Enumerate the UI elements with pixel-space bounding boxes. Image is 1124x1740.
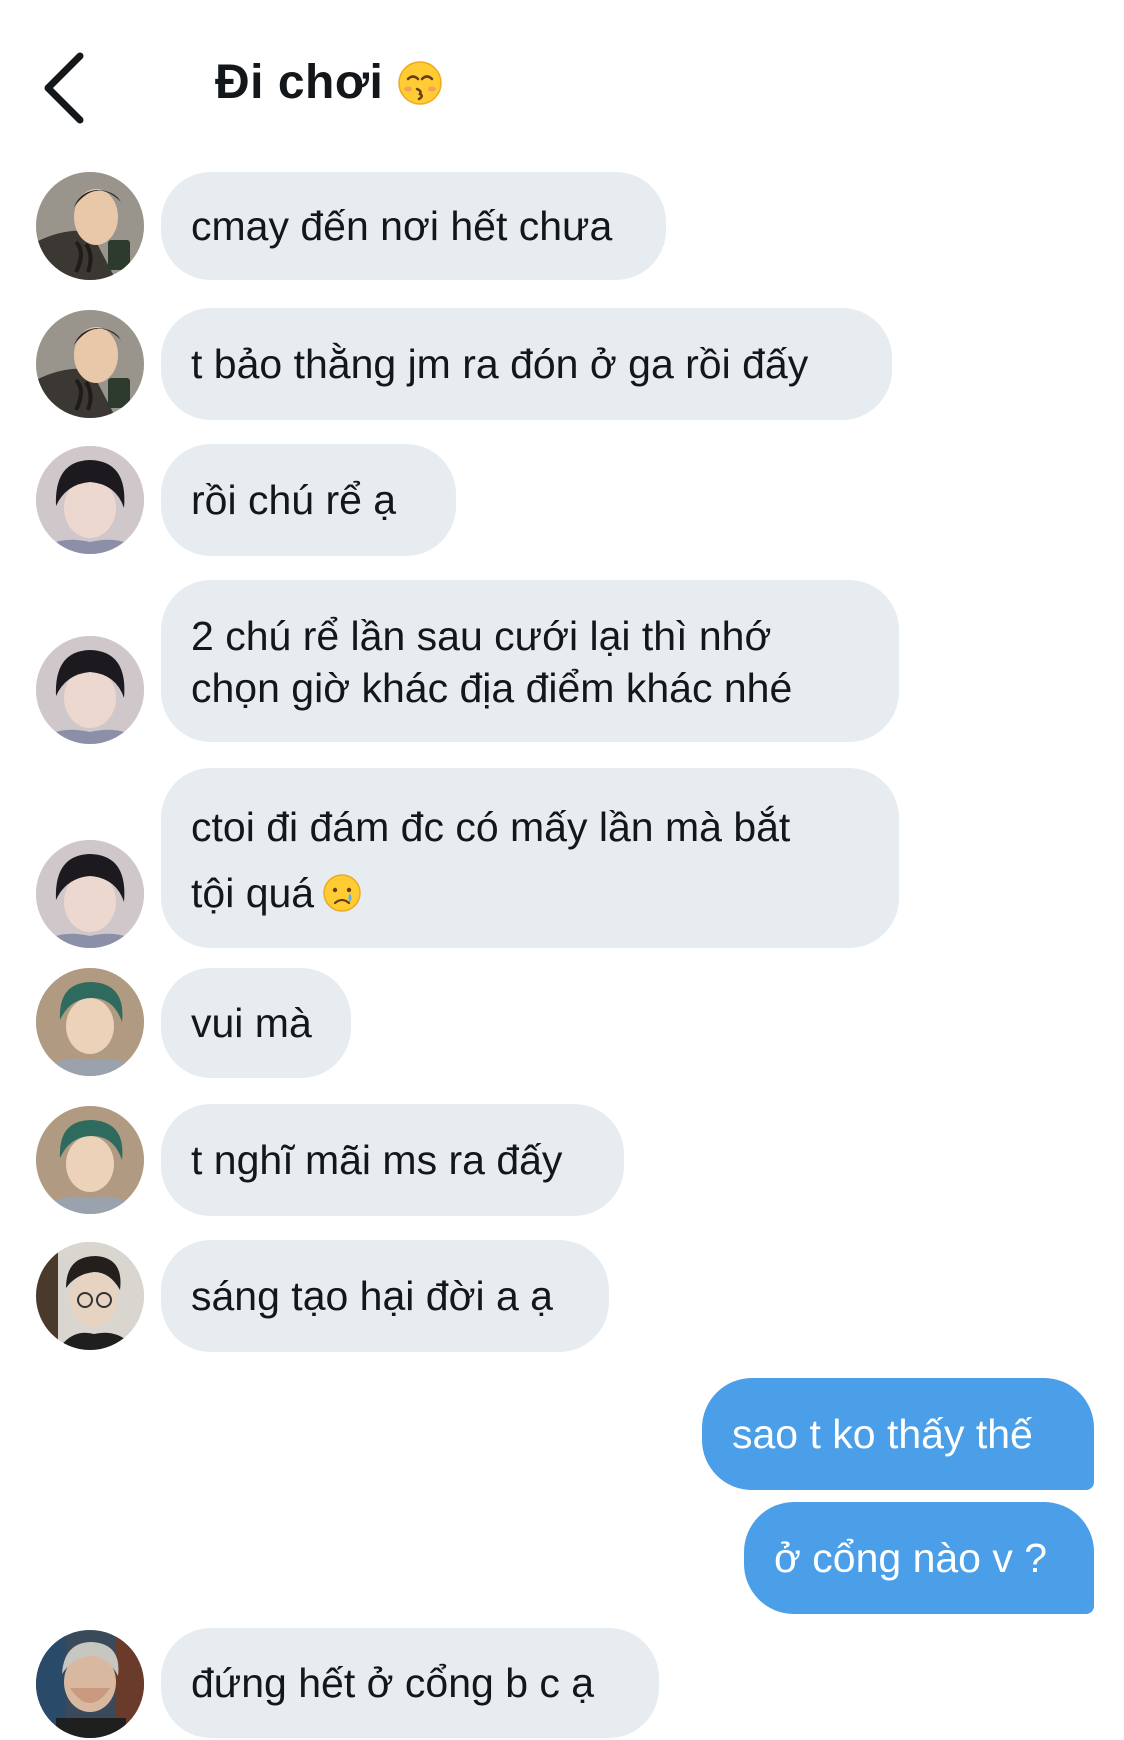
message-bubble[interactable]: vui mà bbox=[161, 968, 351, 1078]
avatar[interactable] bbox=[36, 310, 144, 418]
avatar[interactable] bbox=[36, 636, 144, 744]
message-text: đứng hết ở cổng b c ạ bbox=[191, 1660, 595, 1706]
avatar-c-image bbox=[36, 1106, 144, 1214]
message-text: ở cổng nào v ? bbox=[774, 1535, 1048, 1581]
message-text-line-1: 2 chú rể lần sau cưới lại thì nhớ bbox=[191, 613, 772, 659]
message-text-line-2: tội quá bbox=[191, 870, 315, 916]
avatar[interactable] bbox=[36, 446, 144, 554]
crying-face-icon bbox=[323, 874, 361, 912]
message-text: vui mà bbox=[191, 1000, 312, 1046]
message-text: cmay đến nơi hết chưa bbox=[191, 203, 613, 249]
kissing-face-icon bbox=[398, 60, 443, 105]
message-bubble[interactable]: t bảo thằng jm ra đón ở ga rồi đấy bbox=[161, 308, 892, 420]
avatar-e-image bbox=[36, 1630, 144, 1738]
message-bubble[interactable]: cmay đến nơi hết chưa bbox=[161, 172, 666, 280]
chat-title: Đi chơi bbox=[215, 56, 384, 109]
message-text-line-2-group: tội quá bbox=[191, 860, 362, 926]
avatar-b-image bbox=[36, 446, 144, 554]
message-bubble[interactable]: sáng tạo hại đời a ạ bbox=[161, 1240, 609, 1352]
message-text: t bảo thằng jm ra đón ở ga rồi đấy bbox=[191, 341, 809, 387]
avatar-a-image bbox=[36, 310, 144, 418]
back-chevron-icon[interactable] bbox=[40, 48, 90, 128]
outgoing-message-bubble[interactable]: ở cổng nào v ? bbox=[744, 1502, 1094, 1614]
message-bubble[interactable]: rồi chú rể ạ bbox=[161, 444, 456, 556]
avatar[interactable] bbox=[36, 840, 144, 948]
outgoing-message-bubble[interactable]: sao t ko thấy thế bbox=[702, 1378, 1094, 1490]
avatar[interactable] bbox=[36, 1630, 144, 1738]
message-text: rồi chú rể ạ bbox=[191, 477, 397, 523]
message-text: sao t ko thấy thế bbox=[732, 1411, 1033, 1457]
avatar-b-image bbox=[36, 840, 144, 948]
message-bubble[interactable]: t nghĩ mãi ms ra đấy bbox=[161, 1104, 624, 1216]
avatar-c-image bbox=[36, 968, 144, 1076]
message-bubble[interactable]: ctoi đi đám đc có mấy lần mà bắt tội quá bbox=[161, 768, 899, 948]
avatar[interactable] bbox=[36, 1242, 144, 1350]
message-text-line-2: chọn giờ khác địa điểm khác nhé bbox=[191, 665, 793, 711]
avatar-b-image bbox=[36, 636, 144, 744]
message-bubble[interactable]: 2 chú rể lần sau cưới lại thì nhớ chọn g… bbox=[161, 580, 899, 742]
chat-header: Đi chơi bbox=[0, 0, 1124, 160]
message-text-line-1: ctoi đi đám đc có mấy lần mà bắt bbox=[191, 804, 791, 850]
chat-title-group[interactable]: Đi chơi bbox=[215, 55, 443, 110]
avatar[interactable] bbox=[36, 968, 144, 1076]
avatar-a-image bbox=[36, 172, 144, 280]
avatar[interactable] bbox=[36, 1106, 144, 1214]
message-bubble[interactable]: đứng hết ở cổng b c ạ bbox=[161, 1628, 659, 1738]
avatar-d-image bbox=[36, 1242, 144, 1350]
avatar[interactable] bbox=[36, 172, 144, 280]
message-text: t nghĩ mãi ms ra đấy bbox=[191, 1137, 563, 1183]
message-text: sáng tạo hại đời a ạ bbox=[191, 1273, 553, 1319]
